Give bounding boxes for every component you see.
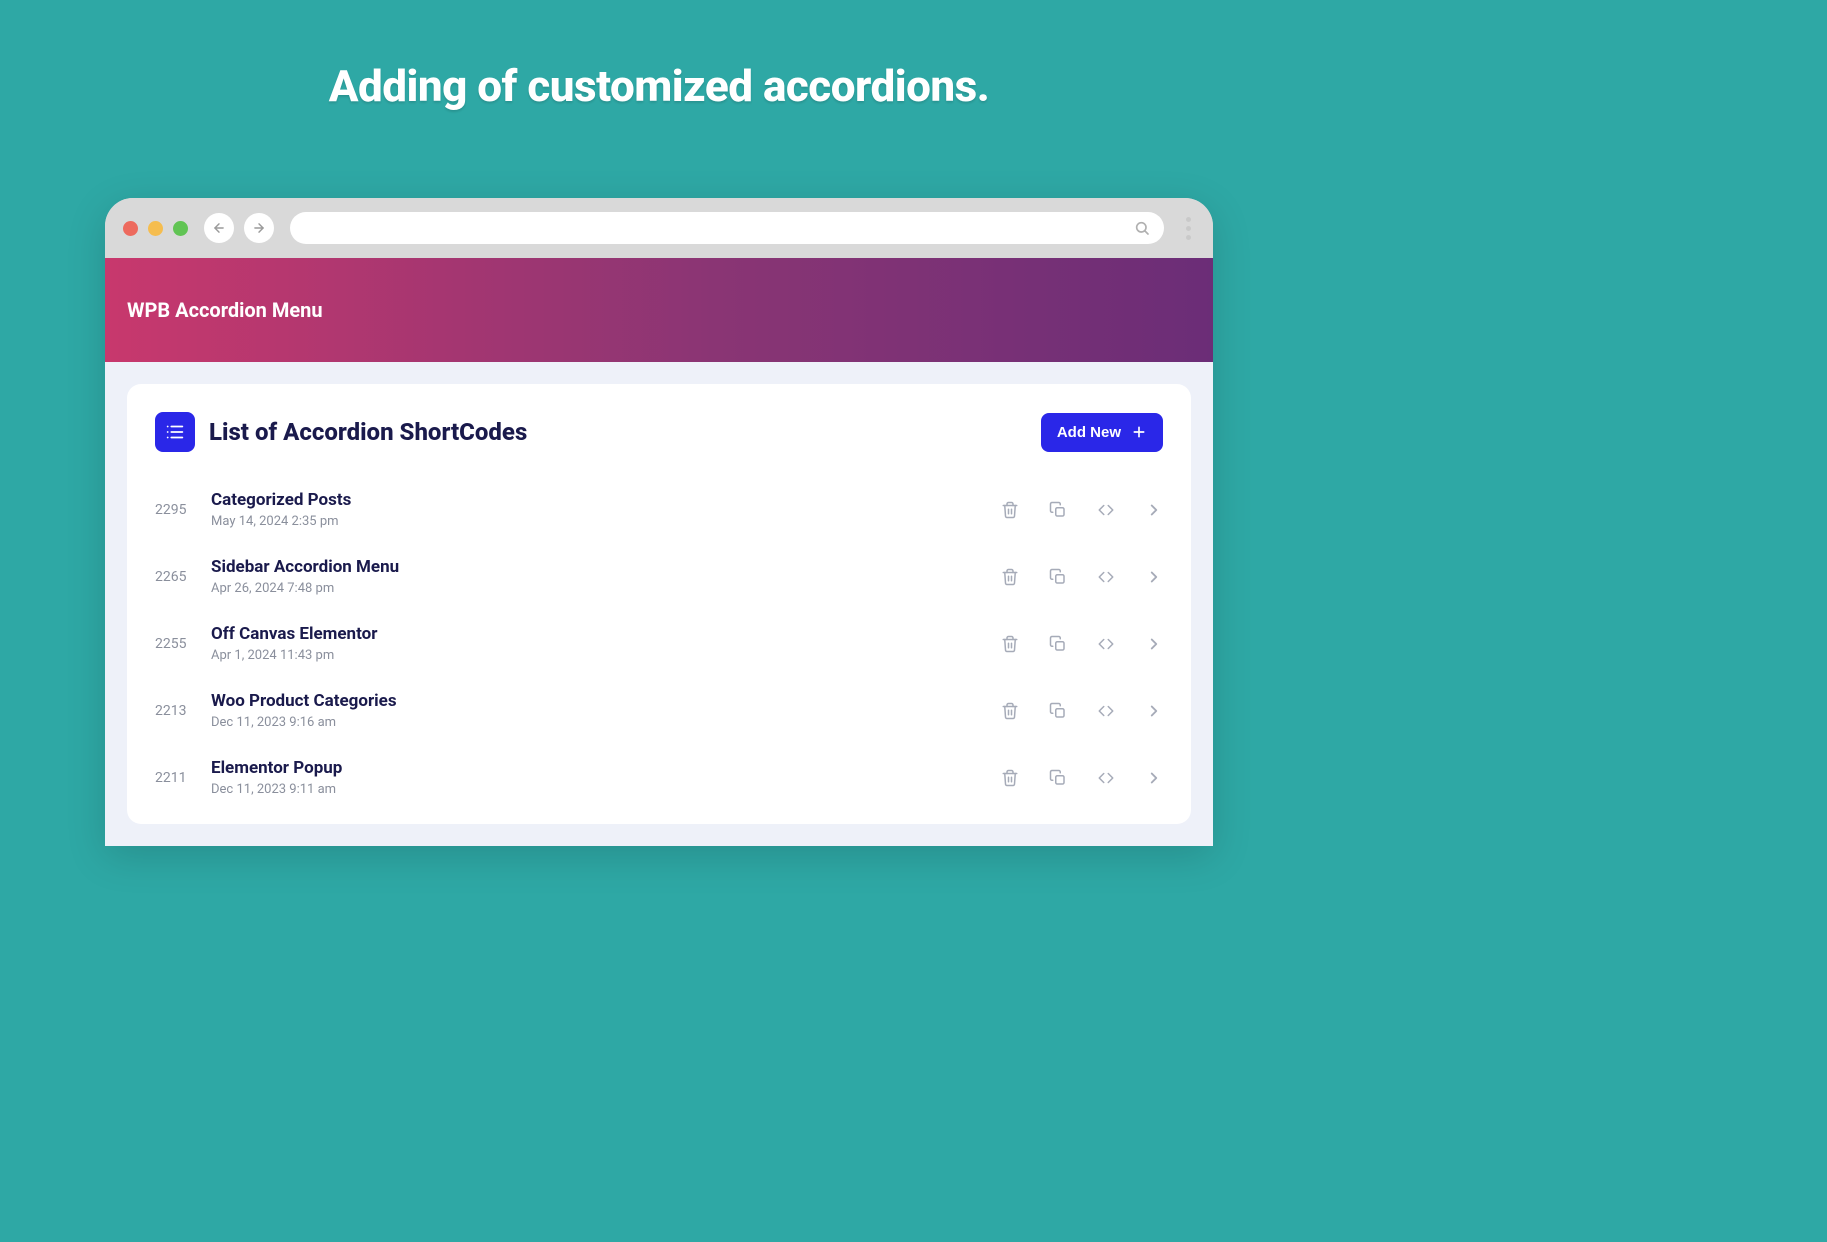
row-date: Dec 11, 2023 9:11 am xyxy=(211,782,983,797)
shortcode-button[interactable] xyxy=(1097,501,1115,519)
add-new-button[interactable]: Add New xyxy=(1041,413,1163,452)
duplicate-button[interactable] xyxy=(1049,702,1067,720)
duplicate-button[interactable] xyxy=(1049,769,1067,787)
chevron-right-icon xyxy=(1145,702,1163,720)
row-id: 2295 xyxy=(155,502,193,518)
content-area: List of Accordion ShortCodes Add New 229… xyxy=(105,362,1213,846)
duplicate-button[interactable] xyxy=(1049,635,1067,653)
open-button[interactable] xyxy=(1145,769,1163,787)
row-id: 2255 xyxy=(155,636,193,652)
trash-icon xyxy=(1001,501,1019,519)
table-row: 2265 Sidebar Accordion Menu Apr 26, 2024 7… xyxy=(155,543,1163,610)
row-date: May 14, 2024 2:35 pm xyxy=(211,514,983,529)
shortcode-button[interactable] xyxy=(1097,635,1115,653)
search-icon xyxy=(1134,220,1150,236)
chevron-right-icon xyxy=(1145,568,1163,586)
page-heading: Adding of customized accordions. xyxy=(0,0,1318,112)
close-icon[interactable] xyxy=(123,221,138,236)
minimize-icon[interactable] xyxy=(148,221,163,236)
more-menu-button[interactable] xyxy=(1186,217,1191,240)
open-button[interactable] xyxy=(1145,635,1163,653)
copy-icon xyxy=(1049,635,1067,653)
delete-button[interactable] xyxy=(1001,568,1019,586)
row-id: 2213 xyxy=(155,703,193,719)
maximize-icon[interactable] xyxy=(173,221,188,236)
open-button[interactable] xyxy=(1145,501,1163,519)
row-name[interactable]: Categorized Posts xyxy=(211,490,983,510)
browser-window: WPB Accordion Menu List of Accordion Sho… xyxy=(105,198,1213,846)
plugin-title: WPB Accordion Menu xyxy=(127,298,323,322)
code-icon xyxy=(1097,568,1115,586)
row-name[interactable]: Elementor Popup xyxy=(211,758,983,778)
trash-icon xyxy=(1001,702,1019,720)
row-date: Dec 11, 2023 9:16 am xyxy=(211,715,983,730)
table-row: 2255 Off Canvas Elementor Apr 1, 2024 11:4… xyxy=(155,610,1163,677)
trash-icon xyxy=(1001,635,1019,653)
duplicate-button[interactable] xyxy=(1049,568,1067,586)
copy-icon xyxy=(1049,702,1067,720)
table-row: 2213 Woo Product Categories Dec 11, 2023 9… xyxy=(155,677,1163,744)
row-id: 2211 xyxy=(155,770,193,786)
open-button[interactable] xyxy=(1145,702,1163,720)
table-row: 2211 Elementor Popup Dec 11, 2023 9:11 am xyxy=(155,744,1163,811)
open-button[interactable] xyxy=(1145,568,1163,586)
copy-icon xyxy=(1049,568,1067,586)
shortcode-list: 2295 Categorized Posts May 14, 2024 2:35 p… xyxy=(155,476,1163,811)
chevron-right-icon xyxy=(1145,501,1163,519)
list-icon xyxy=(155,412,195,452)
row-name[interactable]: Woo Product Categories xyxy=(211,691,983,711)
row-date: Apr 1, 2024 11:43 pm xyxy=(211,648,983,663)
chevron-right-icon xyxy=(1145,769,1163,787)
copy-icon xyxy=(1049,769,1067,787)
delete-button[interactable] xyxy=(1001,501,1019,519)
plus-icon xyxy=(1131,424,1147,440)
row-date: Apr 26, 2024 7:48 pm xyxy=(211,581,983,596)
forward-button[interactable] xyxy=(244,213,274,243)
code-icon xyxy=(1097,769,1115,787)
arrow-left-icon xyxy=(212,221,226,235)
shortcode-button[interactable] xyxy=(1097,769,1115,787)
browser-chrome-bar xyxy=(105,198,1213,258)
delete-button[interactable] xyxy=(1001,635,1019,653)
duplicate-button[interactable] xyxy=(1049,501,1067,519)
address-bar[interactable] xyxy=(290,212,1164,244)
code-icon xyxy=(1097,501,1115,519)
chevron-right-icon xyxy=(1145,635,1163,653)
delete-button[interactable] xyxy=(1001,702,1019,720)
row-name[interactable]: Off Canvas Elementor xyxy=(211,624,983,644)
row-id: 2265 xyxy=(155,569,193,585)
copy-icon xyxy=(1049,501,1067,519)
row-name[interactable]: Sidebar Accordion Menu xyxy=(211,557,983,577)
table-row: 2295 Categorized Posts May 14, 2024 2:35 p… xyxy=(155,476,1163,543)
code-icon xyxy=(1097,635,1115,653)
card-title: List of Accordion ShortCodes xyxy=(209,418,527,446)
code-icon xyxy=(1097,702,1115,720)
trash-icon xyxy=(1001,769,1019,787)
shortcode-button[interactable] xyxy=(1097,702,1115,720)
plugin-header: WPB Accordion Menu xyxy=(105,258,1213,362)
delete-button[interactable] xyxy=(1001,769,1019,787)
add-new-label: Add New xyxy=(1057,424,1121,441)
shortcodes-card: List of Accordion ShortCodes Add New 229… xyxy=(127,384,1191,824)
back-button[interactable] xyxy=(204,213,234,243)
shortcode-button[interactable] xyxy=(1097,568,1115,586)
traffic-lights xyxy=(123,221,188,236)
arrow-right-icon xyxy=(252,221,266,235)
trash-icon xyxy=(1001,568,1019,586)
